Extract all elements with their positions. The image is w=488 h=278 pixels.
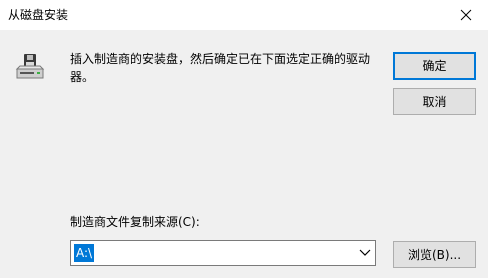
source-path-value[interactable]: A:\	[74, 244, 95, 262]
title-bar: 从磁盘安装	[0, 0, 488, 30]
cancel-button[interactable]: 取消	[393, 88, 476, 115]
instruction-text: 插入制造商的安装盘，然后确定已在下面选定正确的驱动器。	[70, 52, 371, 84]
source-label: 制造商文件复制来源(C):	[70, 215, 200, 229]
source-path-combobox[interactable]: A:\	[70, 240, 376, 266]
ok-button[interactable]: 确定	[393, 52, 476, 80]
chevron-down-icon[interactable]	[359, 248, 371, 258]
browse-button[interactable]: 浏览(B)...	[393, 241, 476, 268]
install-from-disk-dialog: 从磁盘安装 插入制造商的安装盘，然后确定已在下面选定正确的驱动器。 确定 取消 …	[0, 0, 488, 278]
window-title: 从磁盘安装	[8, 8, 69, 22]
close-icon	[460, 9, 472, 21]
close-button[interactable]	[444, 0, 488, 30]
disk-drive-icon	[15, 54, 45, 79]
